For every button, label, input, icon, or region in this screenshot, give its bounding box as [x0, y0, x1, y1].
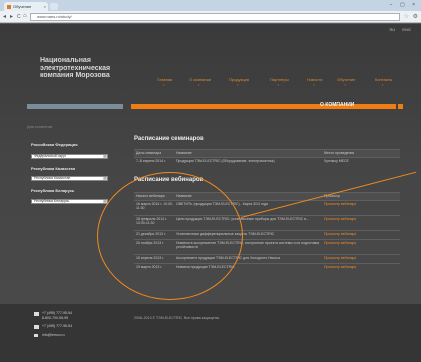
webinar-view-link[interactable]: Просмотр вебинара	[324, 217, 356, 221]
footer-phone: 8-800-700-55-95	[42, 316, 69, 320]
favicon-icon	[7, 4, 11, 9]
fax-icon	[34, 325, 39, 329]
footer-phone: +7 (495) 777-95-54	[42, 311, 73, 315]
back-icon[interactable]: ◂	[3, 13, 6, 20]
nav-item-products[interactable]: Продукция	[229, 77, 249, 87]
new-tab-button[interactable]	[50, 3, 58, 10]
sidebar-title: Для клиентов	[27, 124, 53, 129]
nav-item-news[interactable]: Новости	[307, 77, 322, 87]
seminar-place: Хунчжоу МЕСЕ	[324, 159, 349, 163]
header-cell: Даты семинара	[136, 151, 162, 155]
tab-bar: Обучение × − ▢ ×	[0, 0, 421, 11]
seminar-date: 7–8 апреля 2014 г.	[136, 159, 166, 163]
header-cell: Место проведения	[324, 151, 355, 155]
wrench-menu-icon[interactable]: ⚙	[413, 13, 418, 20]
region-label: Республика Казахстан	[31, 166, 76, 171]
forward-icon[interactable]: ▸	[10, 13, 13, 20]
select-value: Республика Беларусь	[34, 199, 70, 203]
reload-icon[interactable]: C	[17, 14, 21, 20]
region-label: Республика Беларусь	[31, 188, 75, 193]
seminars-table: Даты семинара Название Место проведения …	[134, 149, 400, 166]
phone-icon	[34, 312, 39, 316]
mail-icon	[34, 334, 38, 337]
footer-copyright: 2006–2013 © ТЭМ-ELECTRIC. Все права защи…	[134, 316, 221, 320]
nav-item-partners[interactable]: Партнеры	[270, 77, 289, 87]
bookmark-star-icon[interactable]: ☆	[404, 13, 409, 20]
region-select[interactable]: Республика Казахстан ▾	[31, 176, 108, 181]
language-switch[interactable]: RU ENG	[389, 27, 411, 32]
tab-close-icon[interactable]: ×	[44, 2, 46, 11]
footer-phone: +7 (495) 777-95-54	[42, 324, 73, 328]
address-bar[interactable]: www.naes.ru/study/	[30, 13, 400, 21]
region-label: Российская Федерация	[31, 142, 78, 147]
browser-tab[interactable]: Обучение ×	[4, 2, 48, 11]
chevron-down-icon: ▾	[103, 177, 107, 180]
region-select[interactable]: Федеральный округ ▾	[31, 154, 108, 159]
tab-title: Обучение	[13, 4, 32, 9]
region-select[interactable]: Республика Беларусь ▾	[31, 199, 108, 204]
logo-line: компания Морозова	[40, 72, 110, 79]
logo-line: электротехническая	[40, 64, 111, 72]
site-logo[interactable]: Национальная электротехническая компания…	[40, 57, 140, 80]
nav-item-contacts[interactable]: Контакты	[375, 77, 392, 87]
webinar-view-link[interactable]: Просмотр вебинара	[324, 202, 356, 206]
footer-email[interactable]: info@lemco.ru	[42, 333, 65, 337]
nav-item-training[interactable]: Обучение	[337, 77, 355, 87]
section-bar-square	[398, 104, 403, 109]
section-bar-label[interactable]: О КОМПАНИИ	[320, 102, 354, 108]
home-icon[interactable]: ⌂	[23, 13, 27, 19]
table-header: Даты семинара Название Место проведения	[134, 149, 400, 157]
browser-toolbar: ◂ ▸ C ⌂ www.naes.ru/study/ ☆ ⚙	[0, 11, 421, 23]
webinar-view-link[interactable]: Просмотр вебинара	[324, 256, 356, 260]
table-row: 7–8 апреля 2014 г. Продукция ТЭМ-ELECTRI…	[134, 157, 400, 166]
webinar-view-link[interactable]: Просмотр вебинара	[324, 232, 356, 236]
webinar-view-link[interactable]: Просмотр вебинара	[324, 265, 356, 269]
logo-line: Национальная	[40, 57, 91, 64]
highlight-circle	[97, 172, 243, 300]
seminars-title: Расписание семинаров	[134, 136, 204, 142]
seminar-title[interactable]: Продукция ТЭМ-ELECTRIC (Оборудование, эл…	[176, 159, 320, 163]
select-value: Федеральный округ	[34, 154, 67, 158]
section-bar-left	[27, 104, 123, 109]
select-value: Республика Казахстан	[34, 176, 71, 180]
webinar-view-link[interactable]: Просмотр вебинара	[324, 241, 356, 245]
section-bar	[131, 104, 396, 109]
header-cell: Название	[176, 151, 192, 155]
window-controls[interactable]: − ▢ ×	[390, 2, 418, 8]
chevron-down-icon: ▾	[103, 155, 107, 158]
nav-item-home[interactable]: Главная	[157, 77, 172, 87]
nav-item-about[interactable]: О компании	[189, 77, 211, 87]
